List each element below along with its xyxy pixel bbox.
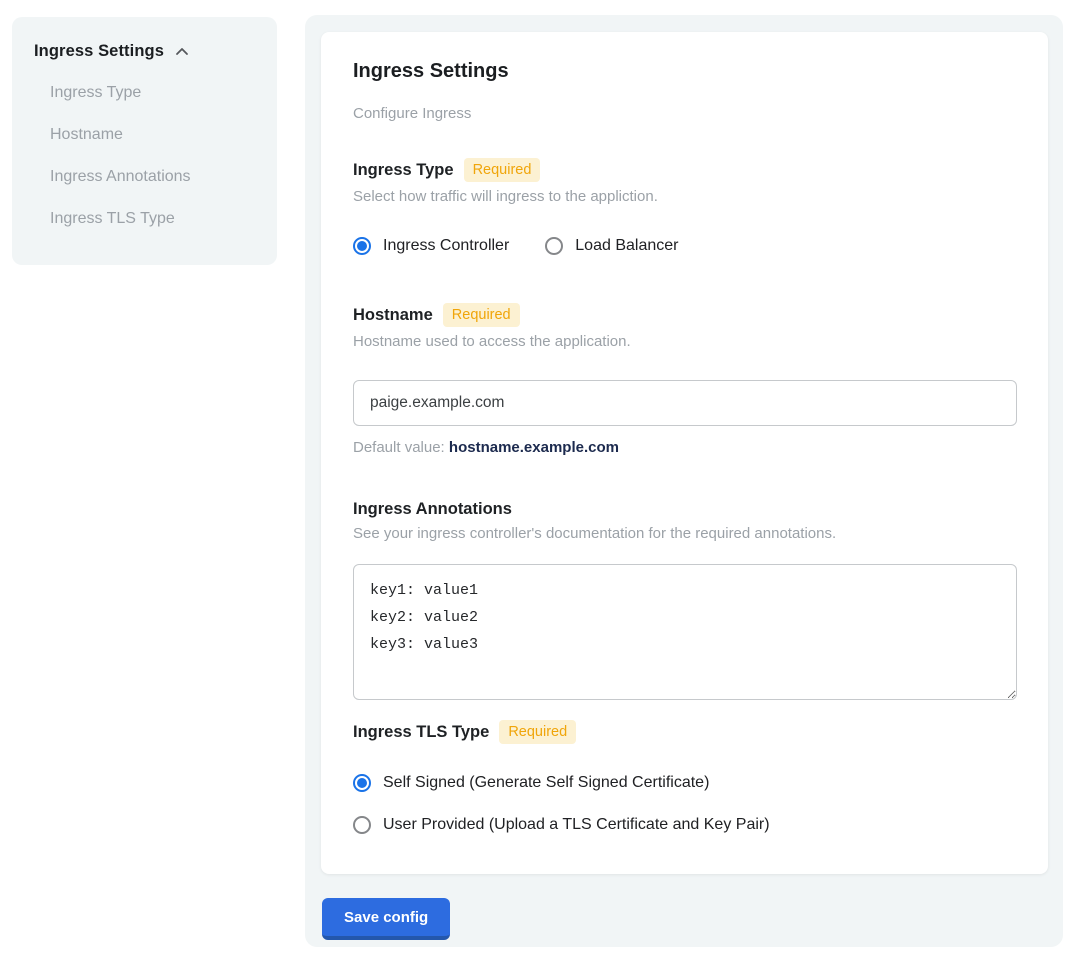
section-ingress-tls-type: Ingress TLS Type Required Self Signed (G… xyxy=(353,720,1016,834)
radio-icon[interactable] xyxy=(353,816,371,834)
sidebar-section-toggle[interactable]: Ingress Settings xyxy=(34,42,255,61)
default-value-label: Default value: xyxy=(353,439,445,456)
radio-icon[interactable] xyxy=(353,237,371,255)
radio-option-load-balancer[interactable]: Load Balancer xyxy=(545,237,678,255)
main-panel: Ingress Settings Configure Ingress Ingre… xyxy=(305,15,1063,947)
radio-label: Ingress Controller xyxy=(383,237,509,255)
ingress-type-description: Select how traffic will ingress to the a… xyxy=(353,188,1016,205)
ingress-annotations-description: See your ingress controller's documentat… xyxy=(353,525,1016,542)
ingress-tls-radio-group: Self Signed (Generate Self Signed Certif… xyxy=(353,774,1016,834)
sidebar-item-hostname[interactable]: Hostname xyxy=(50,126,255,144)
hostname-label: Hostname xyxy=(353,306,433,325)
sidebar-items: Ingress Type Hostname Ingress Annotation… xyxy=(34,84,255,228)
required-badge: Required xyxy=(499,720,576,744)
ingress-annotations-label: Ingress Annotations xyxy=(353,500,512,519)
sidebar-section-title: Ingress Settings xyxy=(34,42,164,61)
radio-label: User Provided (Upload a TLS Certificate … xyxy=(383,816,770,834)
save-config-button[interactable]: Save config xyxy=(322,898,450,940)
ingress-tls-type-label: Ingress TLS Type xyxy=(353,723,489,742)
ingress-settings-card: Ingress Settings Configure Ingress Ingre… xyxy=(321,32,1048,874)
section-hostname: Hostname Required Hostname used to acces… xyxy=(353,303,1016,456)
sidebar-item-ingress-type[interactable]: Ingress Type xyxy=(50,84,255,102)
radio-label: Load Balancer xyxy=(575,237,678,255)
page: Ingress Settings Ingress Type Hostname I… xyxy=(0,0,1090,969)
sidebar-item-ingress-tls-type[interactable]: Ingress TLS Type xyxy=(50,210,255,228)
ingress-annotations-textarea[interactable]: key1: value1 key2: value2 key3: value3 xyxy=(353,564,1017,700)
required-badge: Required xyxy=(443,303,520,327)
ingress-type-radio-group: Ingress Controller Load Balancer xyxy=(353,237,1016,255)
radio-option-user-provided[interactable]: User Provided (Upload a TLS Certificate … xyxy=(353,816,1016,834)
section-ingress-annotations: Ingress Annotations See your ingress con… xyxy=(353,500,1016,700)
hostname-input[interactable] xyxy=(353,380,1017,426)
page-title: Ingress Settings xyxy=(353,60,1016,83)
sidebar-item-ingress-annotations[interactable]: Ingress Annotations xyxy=(50,168,255,186)
section-ingress-type: Ingress Type Required Select how traffic… xyxy=(353,158,1016,255)
radio-icon[interactable] xyxy=(353,774,371,792)
radio-label: Self Signed (Generate Self Signed Certif… xyxy=(383,774,709,792)
radio-option-ingress-controller[interactable]: Ingress Controller xyxy=(353,237,509,255)
radio-icon[interactable] xyxy=(545,237,563,255)
hostname-default-line: Default value: hostname.example.com xyxy=(353,439,1016,456)
default-value-text: hostname.example.com xyxy=(449,439,619,456)
chevron-up-icon xyxy=(174,44,190,60)
ingress-type-label: Ingress Type xyxy=(353,161,454,180)
hostname-description: Hostname used to access the application. xyxy=(353,333,1016,350)
page-subtitle: Configure Ingress xyxy=(353,105,1016,122)
required-badge: Required xyxy=(464,158,541,182)
radio-option-self-signed[interactable]: Self Signed (Generate Self Signed Certif… xyxy=(353,774,1016,792)
ingress-settings-sidebar: Ingress Settings Ingress Type Hostname I… xyxy=(12,17,277,265)
